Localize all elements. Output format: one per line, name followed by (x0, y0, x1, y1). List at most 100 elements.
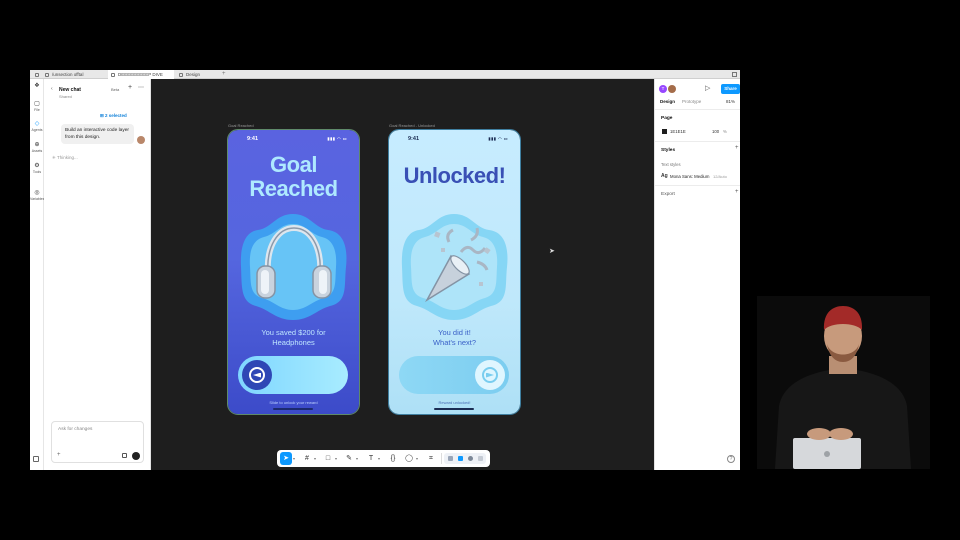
tools-icon: ⚙ (34, 163, 40, 169)
home-indicator (434, 408, 474, 410)
party-popper-illustration (399, 212, 510, 322)
figma-menu-icon[interactable]: ❖ (30, 83, 44, 90)
agents-icon: ◇ (34, 121, 40, 127)
properties-panel: T ▷ Share Design Prototype 81% Page 1E1E… (654, 79, 740, 470)
home-icon[interactable] (34, 70, 40, 79)
chevron-down-icon[interactable]: ▾ (314, 452, 316, 465)
slider-hint: Slide to unlock your reward (269, 400, 318, 405)
home-indicator (273, 408, 313, 410)
back-icon[interactable]: ‹ (51, 86, 53, 92)
code-tool-icon[interactable]: {} (387, 452, 399, 465)
rail-item-variables[interactable]: ◎ Variables (30, 190, 44, 201)
frame-unlocked[interactable]: 9:41 ▮▮▮ ◠ ▭ Unlocked! You did it! What'… (388, 129, 521, 415)
dev-mode-toggle[interactable] (444, 453, 486, 464)
styles-heading: Styles (661, 148, 676, 153)
unlock-slider[interactable] (399, 356, 509, 394)
chat-input[interactable]: Ask for changes + (51, 421, 144, 463)
comment-tool-icon[interactable]: ◯ (403, 452, 415, 465)
selection-chip[interactable]: ⊞ 2 selected (100, 113, 127, 119)
move-tool-icon[interactable]: ➤ (280, 452, 292, 465)
new-chat-icon[interactable]: + (128, 84, 132, 91)
caption-line: You did it! (438, 328, 471, 337)
avatar[interactable] (668, 85, 676, 93)
slider-knob[interactable] (475, 360, 505, 390)
text-tool-icon[interactable]: T (365, 452, 377, 465)
text-style-size: 12/Auto (713, 174, 727, 179)
avatar[interactable]: T (659, 85, 667, 93)
frame-tool-icon[interactable]: # (301, 452, 313, 465)
frame-label[interactable]: Goal Reached - Unlocked (389, 123, 435, 128)
slider-hint: Reward unlocked! (438, 400, 471, 405)
file-tab-icon (111, 72, 115, 77)
screen: /unsection offtal DEEEEEEEEEP DIVE Desig… (0, 0, 960, 540)
file-tab-icon (45, 72, 49, 77)
divider (655, 185, 740, 186)
dev-mode-icon[interactable] (468, 456, 473, 461)
export-heading: Export (661, 192, 675, 197)
add-style-icon[interactable]: + (735, 145, 739, 151)
tab-unsection[interactable]: /unsection offtal (42, 70, 108, 79)
pen-tool-icon[interactable]: ✎ (343, 452, 355, 465)
chat-input-placeholder: Ask for changes (58, 427, 93, 432)
chat-title: New chat (59, 87, 81, 93)
tab-design[interactable]: Design (176, 70, 220, 79)
title-line: Reached (249, 176, 338, 201)
file-tab-icon (179, 72, 183, 77)
layout-icon[interactable] (33, 456, 39, 462)
chevron-down-icon[interactable]: ▾ (416, 452, 418, 465)
page-color-value[interactable]: 1E1E1E (670, 129, 686, 134)
tab-deep-dive[interactable]: DEEEEEEEEEP DIVE (108, 70, 174, 79)
left-rail: ❖ ▢ File ◇ Agents ⊕ Assets ⚙ Tools ◎ Variable… (30, 79, 44, 470)
chat-subtitle: Shared (59, 94, 72, 99)
frame-label[interactable]: Goal Reached (228, 123, 254, 128)
frame-goal-reached[interactable]: 9:41 ▮▮▮ ◠ ▭ Goal Reached You saved $200… (227, 129, 360, 415)
attach-icon[interactable]: + (57, 452, 61, 458)
avatar (137, 136, 145, 144)
title-line: Goal (270, 152, 317, 177)
thinking-label: Thinking... (56, 155, 78, 160)
chevron-down-icon[interactable]: ▾ (378, 452, 380, 465)
add-export-icon[interactable]: + (735, 189, 739, 195)
assets-icon: ⊕ (34, 142, 40, 148)
help-icon[interactable]: ? (727, 455, 735, 463)
tab-prototype[interactable]: Prototype (682, 99, 701, 104)
send-button[interactable] (132, 452, 140, 460)
user-message: Build an interactive code layer from thi… (61, 124, 134, 144)
share-button[interactable]: Share (721, 84, 740, 94)
text-style-name[interactable]: Mona Sans: Medium (670, 174, 709, 179)
rail-item-tools[interactable]: ⚙ Tools (30, 163, 44, 174)
toolbar-divider (441, 453, 442, 464)
new-tab-icon[interactable]: + (222, 70, 226, 79)
rail-label: Assets (31, 149, 43, 153)
tab-label: DEEEEEEEEEP DIVE (118, 72, 163, 77)
window-control-icon[interactable] (732, 72, 737, 77)
actions-tool-icon[interactable]: ⌗ (425, 452, 437, 465)
signal-icons: ▮▮▮ ◠ ▭ (327, 136, 347, 141)
play-icon[interactable]: ▷ (705, 84, 710, 92)
screen-title: Goal Reached (228, 153, 359, 201)
text-style-icon: Ag (661, 173, 668, 179)
chevron-down-icon[interactable]: ▾ (356, 452, 358, 465)
tab-design-panel[interactable]: Design (660, 99, 675, 104)
chevron-down-icon[interactable]: ▾ (335, 452, 337, 465)
ai-mode-icon[interactable] (478, 456, 483, 461)
shape-tool-icon[interactable]: □ (322, 452, 334, 465)
design-mode-icon[interactable] (448, 456, 453, 461)
zoom-level[interactable]: 81% (726, 99, 735, 104)
tab-bar: /unsection offtal DEEEEEEEEEP DIVE Desig… (30, 70, 740, 79)
draw-mode-icon[interactable] (458, 456, 463, 461)
caption-line: What's next? (432, 338, 477, 347)
page-color-swatch[interactable] (662, 129, 667, 134)
slider-knob[interactable] (242, 360, 272, 390)
chevron-down-icon[interactable]: ▾ (293, 452, 295, 465)
page-opacity-value[interactable]: 100 (712, 129, 719, 134)
image-icon[interactable] (122, 453, 127, 458)
screen-title: Unlocked! (403, 163, 506, 188)
variables-icon: ◎ (34, 190, 40, 196)
more-options-icon[interactable]: ⋯ (138, 84, 144, 91)
canvas[interactable]: Goal Reached Goal Reached - Unlocked 9:4… (151, 79, 654, 470)
rail-item-file[interactable]: ▢ File (30, 101, 44, 112)
rail-item-agents[interactable]: ◇ Agents (30, 121, 44, 132)
rail-item-assets[interactable]: ⊕ Assets (30, 142, 44, 153)
unlock-slider[interactable] (238, 356, 348, 394)
